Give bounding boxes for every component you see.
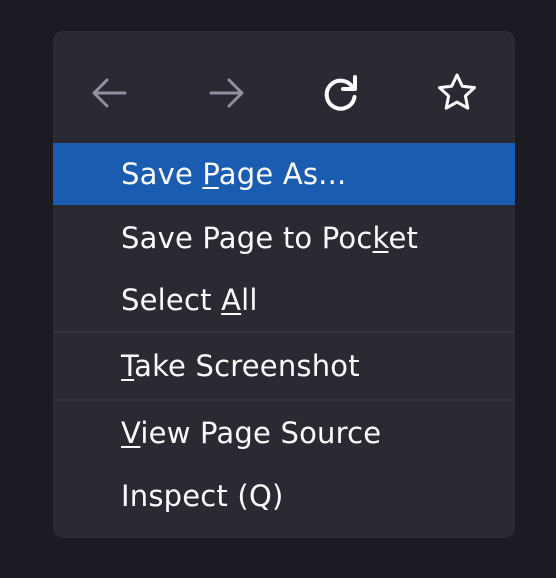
menu-item-save-page-as[interactable]: Save Page As... (53, 143, 515, 205)
menu-item-view-page-source[interactable]: View Page Source (53, 402, 515, 464)
back-icon (87, 71, 131, 115)
menu-item-label: Select All (121, 283, 258, 317)
menu-item-inspect[interactable]: Inspect (Q) (53, 465, 515, 527)
forward-icon (205, 71, 249, 115)
back-button[interactable] (85, 69, 133, 117)
forward-button[interactable] (203, 69, 251, 117)
menu-item-label: Inspect (Q) (121, 479, 284, 513)
reload-icon (319, 71, 363, 115)
menu-item-save-to-pocket[interactable]: Save Page to Pocket (53, 207, 515, 269)
menu-item-label: Save Page to Pocket (121, 221, 419, 255)
star-icon (435, 71, 479, 115)
reload-button[interactable] (317, 69, 365, 117)
menu-item-label: Save Page As... (121, 157, 347, 191)
menu-separator (53, 399, 515, 401)
menu-item-label: View Page Source (121, 416, 382, 450)
menu-separator (53, 331, 515, 333)
menu-item-select-all[interactable]: Select All (53, 269, 515, 331)
navigation-row (53, 31, 515, 143)
bookmark-button[interactable] (433, 69, 481, 117)
menu-item-label: Take Screenshot (121, 349, 360, 383)
menu-item-take-screenshot[interactable]: Take Screenshot (53, 335, 515, 397)
context-menu: Save Page As... Save Page to Pocket Sele… (53, 31, 515, 538)
